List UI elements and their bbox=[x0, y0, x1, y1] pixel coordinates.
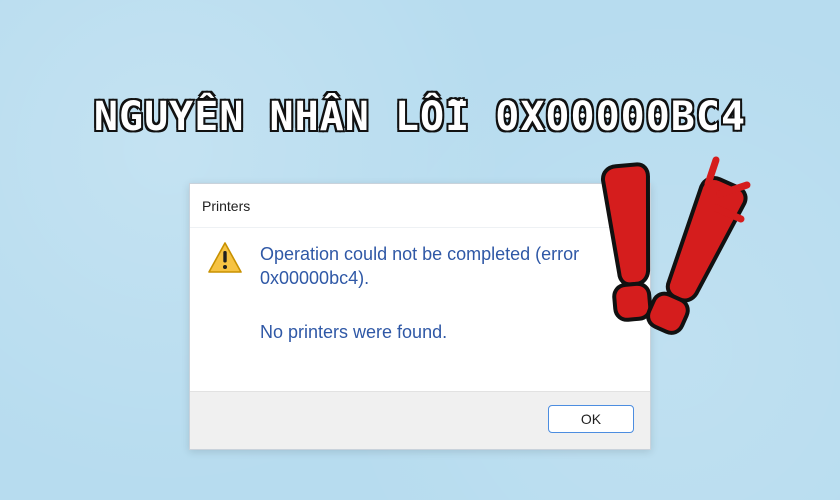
warning-icon bbox=[208, 242, 242, 273]
dialog-content: Operation could not be completed (error … bbox=[190, 228, 650, 395]
page-background: NGUYÊN NHÂN LỖI 0X00000BC4 Printers Oper… bbox=[0, 0, 840, 500]
ok-button[interactable]: OK bbox=[548, 405, 634, 433]
dialog-title: Printers bbox=[202, 197, 251, 214]
dialog-title-bar: Printers bbox=[190, 184, 650, 228]
page-title: NGUYÊN NHÂN LỖI 0X00000BC4 bbox=[92, 93, 747, 142]
error-message-line-3: No printers were found. bbox=[260, 322, 448, 342]
dialog-message: Operation could not be completed (error … bbox=[260, 242, 640, 344]
error-message-line-2: 0x00000bc4). bbox=[260, 268, 370, 288]
printer-error-dialog: Printers Operation could not be complete… bbox=[189, 183, 651, 450]
exclamation-icon bbox=[601, 156, 751, 335]
dialog-footer: OK bbox=[190, 391, 650, 449]
error-message-line-1: Operation could not be completed (error bbox=[260, 244, 580, 264]
